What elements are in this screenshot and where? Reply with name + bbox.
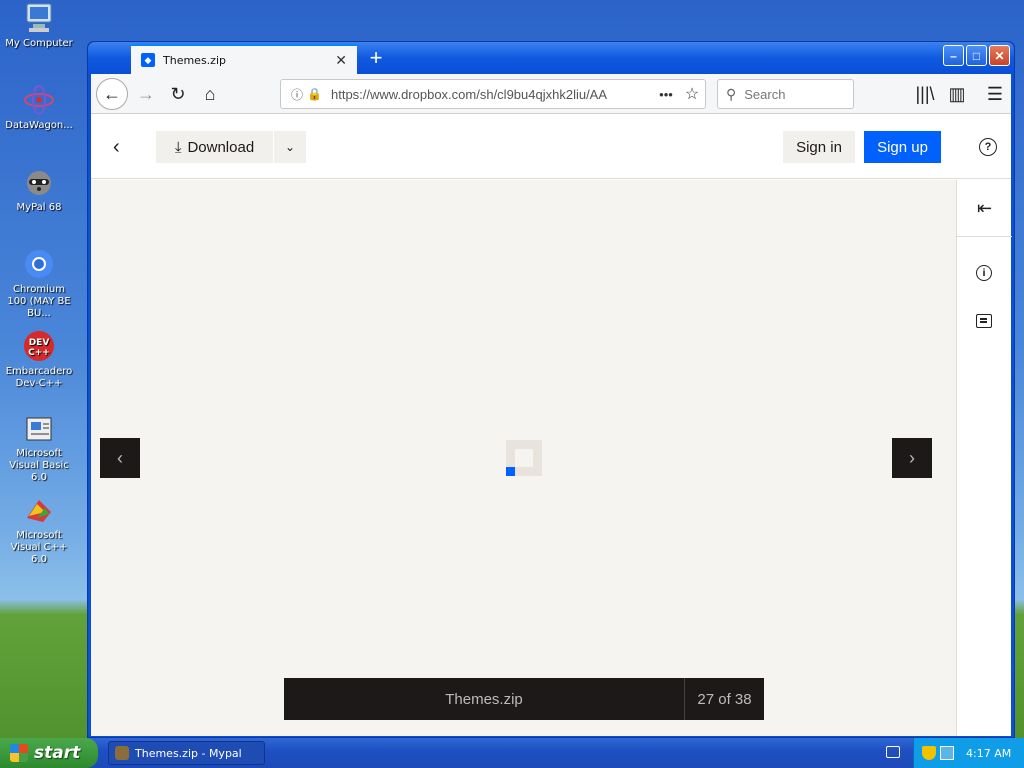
download-label: Download (187, 138, 255, 156)
loading-spinner (506, 440, 542, 476)
atom-icon (23, 84, 55, 116)
devcpp-icon: DEV C++ (23, 330, 55, 362)
desktop-icon-datawagon[interactable]: DataWagon... (0, 84, 78, 132)
help-icon[interactable]: ? (979, 138, 997, 156)
file-name: Themes.zip (445, 690, 523, 708)
network-icon[interactable] (940, 746, 954, 760)
new-tab-button[interactable]: + (363, 46, 389, 70)
dropbox-icon: ◆ (141, 53, 155, 67)
tab-themes-zip[interactable]: ◆ Themes.zip ✕ (131, 44, 357, 74)
computer-icon (23, 2, 55, 34)
collapse-panel-icon[interactable]: ⇤ (957, 180, 1012, 237)
back-chevron-icon[interactable]: ‹ (113, 136, 120, 159)
file-info-bar: Themes.zip 27 of 38 (284, 678, 764, 720)
back-button[interactable]: ← (96, 78, 128, 110)
desktop-icon-my-computer[interactable]: My Computer (0, 2, 78, 50)
download-button[interactable]: ⤓ Download (156, 131, 273, 163)
start-label: start (34, 743, 81, 763)
desktop-icon-label: Microsoft Visual C++ 6.0 (10, 530, 68, 565)
navigation-bar: ← → ↻ ⌂ ⓘ 🔒 https://www.dropbox.com/sh/c… (91, 74, 1011, 114)
chevron-left-icon: ‹ (117, 447, 123, 468)
desktop-icon-vcpp6[interactable]: Microsoft Visual C++ 6.0 (0, 494, 78, 566)
mypal-icon (115, 746, 129, 760)
chromium-icon (23, 248, 55, 280)
search-icon: ⚲ (726, 85, 737, 102)
desktop-icon-label: Embarcadero Dev-C++ (5, 366, 73, 389)
close-icon[interactable]: ✕ (335, 52, 347, 69)
address-bar[interactable]: ⓘ 🔒 https://www.dropbox.com/sh/cl9bu4qjx… (280, 79, 706, 109)
search-placeholder: Search (744, 86, 786, 102)
clock[interactable]: 4:17 AM (966, 747, 1011, 760)
lock-icon: 🔒 (307, 87, 322, 101)
keyboard-icon[interactable] (886, 746, 900, 758)
download-options-button[interactable]: ⌄ (274, 131, 306, 163)
taskbar: start Themes.zip - Mypal 4:17 AM (0, 738, 1024, 768)
next-file-button[interactable]: › (892, 438, 932, 478)
url-text[interactable]: https://www.dropbox.com/sh/cl9bu4qjxhk2l… (331, 87, 653, 102)
browser-window: ◆ Themes.zip ✕ + – □ ✕ ← → ↻ ⌂ ⓘ 🔒 https… (87, 41, 1015, 738)
info-icon[interactable]: i (976, 265, 992, 281)
sidebar-icon[interactable]: ▥ (942, 80, 972, 108)
forward-button[interactable]: → (131, 80, 161, 108)
desktop-icon-label: Chromium 100 (MAY BE BU... (7, 284, 71, 319)
reload-button[interactable]: ↻ (163, 80, 193, 108)
minimize-button[interactable]: – (943, 45, 964, 66)
home-button[interactable]: ⌂ (195, 80, 225, 108)
desktop-icon-mypal[interactable]: MyPal 68 (0, 166, 78, 214)
desktop-icon-label: My Computer (5, 38, 73, 49)
system-tray: 4:17 AM (913, 738, 1024, 768)
search-bar[interactable]: ⚲ Search (717, 79, 854, 109)
desktop-icon-vb6[interactable]: Microsoft Visual Basic 6.0 (0, 412, 78, 484)
chevron-right-icon: › (909, 447, 915, 468)
tab-title: Themes.zip (163, 53, 226, 67)
file-position: 27 of 38 (684, 678, 764, 720)
download-icon: ⤓ (174, 138, 182, 156)
library-icon[interactable]: |||\ (910, 80, 940, 108)
side-panel: ⇤ i (956, 180, 1012, 736)
desktop-icon-chromium[interactable]: Chromium 100 (MAY BE BU... (0, 248, 78, 320)
previous-file-button[interactable]: ‹ (100, 438, 140, 478)
page-content: ‹ ⤓ Download ⌄ Sign in Sign up ? ‹ › The… (91, 114, 1012, 736)
comment-icon[interactable] (976, 314, 992, 328)
desktop-icon-embarcadero[interactable]: DEV C++ Embarcadero Dev-C++ (0, 330, 78, 390)
maximize-button[interactable]: □ (966, 45, 987, 66)
title-bar: ◆ Themes.zip ✕ + – □ ✕ (88, 42, 1014, 74)
sign-in-button[interactable]: Sign in (783, 131, 855, 163)
menu-icon[interactable]: ☰ (980, 80, 1010, 108)
security-shield-icon[interactable] (922, 746, 936, 760)
desktop-icon-label: DataWagon... (5, 120, 73, 131)
raccoon-icon (23, 166, 55, 198)
window-controls: – □ ✕ (943, 45, 1010, 66)
visual-cpp-icon (23, 494, 55, 526)
desktop-icon-label: MyPal 68 (16, 202, 62, 213)
info-icon[interactable]: ⓘ (287, 86, 307, 103)
page-actions-button[interactable]: ••• (653, 87, 679, 102)
dropbox-header: ‹ ⤓ Download ⌄ Sign in Sign up ? (91, 114, 1011, 179)
file-preview-area: ‹ › Themes.zip 27 of 38 (91, 180, 956, 736)
windows-flag-icon (10, 744, 28, 762)
close-window-button[interactable]: ✕ (989, 45, 1010, 66)
svg-text:C++: C++ (28, 348, 50, 358)
bookmark-star-icon[interactable]: ☆ (679, 84, 705, 104)
sign-up-button[interactable]: Sign up (864, 131, 941, 163)
svg-text:DEV: DEV (29, 338, 50, 348)
task-title: Themes.zip - Mypal (135, 746, 242, 760)
loading-dot (506, 467, 515, 476)
chevron-down-icon: ⌄ (284, 140, 296, 154)
taskbar-item-mypal[interactable]: Themes.zip - Mypal (108, 741, 265, 765)
desktop-icon-label: Microsoft Visual Basic 6.0 (9, 448, 69, 483)
start-button[interactable]: start (0, 738, 98, 768)
visual-basic-icon (23, 412, 55, 444)
